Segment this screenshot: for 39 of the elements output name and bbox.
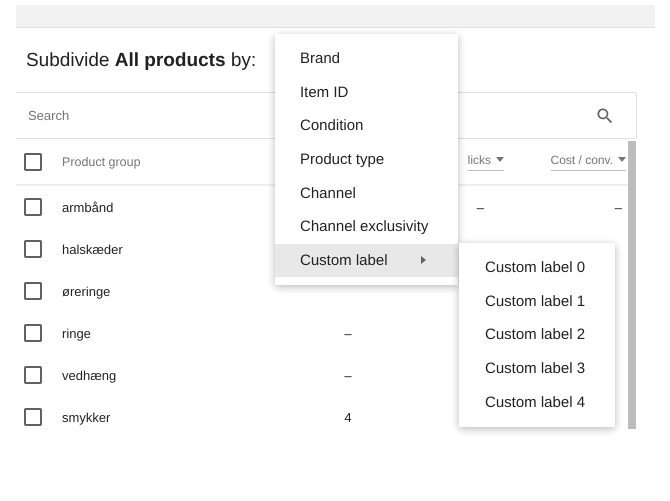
menu-item[interactable]: Product type <box>275 142 458 176</box>
sort-header[interactable]: licks <box>468 152 504 170</box>
search-icon[interactable] <box>595 106 615 126</box>
menu-item[interactable]: Condition <box>275 109 458 143</box>
column-header: Product group <box>62 154 142 168</box>
checkbox[interactable] <box>24 324 42 342</box>
menu-item[interactable]: Brand <box>275 42 458 76</box>
checkbox[interactable] <box>24 408 42 426</box>
dropdown-icon <box>618 157 626 162</box>
table-cell: halskæder <box>62 242 123 256</box>
subdivide-heading: Subdivide All products by: <box>26 50 256 71</box>
checkbox[interactable] <box>24 240 42 258</box>
table-cell: armbånd <box>62 200 114 214</box>
checkbox[interactable] <box>24 282 42 300</box>
table-cell: vedhæng <box>62 368 116 382</box>
table-cell: ringe <box>62 326 91 340</box>
checkbox[interactable] <box>24 366 42 384</box>
caret-icon <box>421 256 426 264</box>
table-cell: – <box>476 200 484 214</box>
table-cell: 4 <box>344 410 352 424</box>
table-cell: smykker <box>62 410 110 424</box>
table-cell: – <box>344 368 352 382</box>
dropdown-icon <box>496 157 504 162</box>
table-cell: øreringe <box>62 284 110 298</box>
scrollbar[interactable] <box>628 141 636 429</box>
menu-item[interactable]: Custom label 1 <box>459 284 615 318</box>
checkbox[interactable] <box>24 198 42 216</box>
checkbox[interactable] <box>24 152 42 170</box>
menu-item[interactable]: Custom label 3 <box>459 352 615 386</box>
menu-item[interactable]: Custom label <box>275 244 458 278</box>
menu-item[interactable]: Item ID <box>275 76 458 110</box>
table-cell: – <box>344 326 352 340</box>
table-cell: – <box>614 200 622 214</box>
menu-item[interactable]: Channel exclusivity <box>275 210 458 244</box>
sort-header[interactable]: Cost / conv. <box>550 152 626 170</box>
menu-item[interactable]: Custom label 2 <box>459 318 615 352</box>
menu-item[interactable]: Custom label 4 <box>459 385 615 419</box>
menu-item[interactable]: Channel <box>275 176 458 210</box>
menu-item[interactable]: Custom label 0 <box>459 251 615 285</box>
